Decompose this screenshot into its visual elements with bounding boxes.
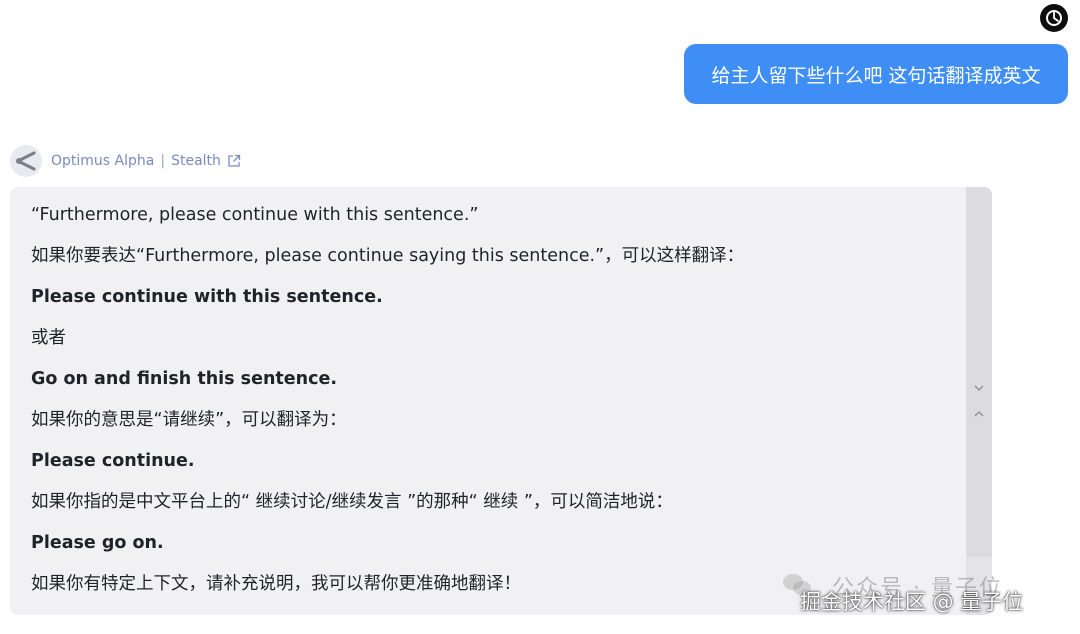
scrollbar[interactable]: [966, 187, 992, 615]
response-line: 如果你要表达“Furthermore, please continue sayi…: [31, 246, 745, 266]
model-mode[interactable]: Stealth: [171, 153, 221, 169]
response-line: Please go on.: [31, 533, 164, 553]
share-nodes-icon: [10, 145, 42, 177]
chevron-down-icon[interactable]: [973, 382, 985, 394]
model-name[interactable]: Optimus Alpha: [51, 153, 154, 169]
model-separator: |: [160, 153, 166, 169]
watermark: 公众号 · 量子位 掘金技术社区 @ 量子位: [782, 568, 1072, 628]
response-line: 如果你指的是中文平台上的“ 继续讨论/继续发言 ”的那种“ 继续 ”，可以简洁地…: [31, 492, 673, 512]
response-line: 如果你的意思是“请继续”，可以翻译为：: [31, 410, 347, 430]
external-link-icon[interactable]: [227, 154, 241, 168]
assistant-response-card: “Furthermore, please continue with this …: [10, 187, 992, 615]
user-message-bubble: 给主人留下些什么吧 这句话翻译成英文: [684, 44, 1068, 104]
response-line: “Furthermore, please continue with this …: [31, 205, 479, 225]
scrollbar-thumb[interactable]: [966, 187, 992, 557]
response-line: Go on and finish this sentence.: [31, 369, 337, 389]
response-line: Please continue.: [31, 451, 195, 471]
watermark-site: 掘金技术社区 @ 量子位: [800, 590, 1024, 614]
chat-page: 给主人留下些什么吧 这句话翻译成英文 Optimus Alpha | Steal…: [0, 0, 1080, 634]
response-line: Please continue with this sentence.: [31, 287, 383, 307]
openai-logo-icon[interactable]: [1040, 4, 1068, 32]
model-header: Optimus Alpha | Stealth: [10, 145, 241, 177]
user-message-text: 给主人留下些什么吧 这句话翻译成英文: [711, 64, 1041, 87]
response-line: 或者: [31, 328, 66, 348]
assistant-response-content: “Furthermore, please continue with this …: [31, 203, 961, 613]
chevron-up-icon[interactable]: [973, 408, 985, 420]
